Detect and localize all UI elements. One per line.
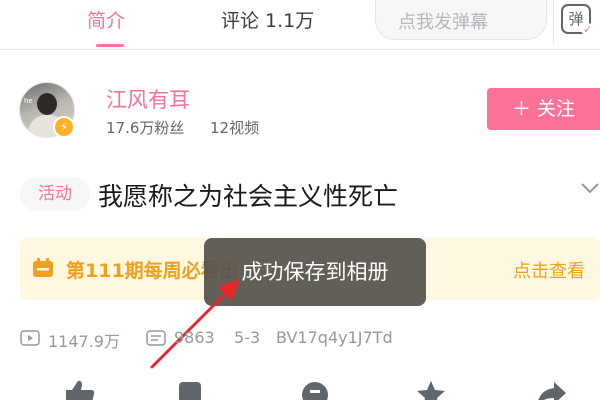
danmaku-toggle-button[interactable]: 弹 ✓ — [553, 0, 600, 44]
tab-comments[interactable]: 评论 1.1万 — [221, 6, 314, 33]
author-name[interactable]: 江风有耳 — [106, 84, 190, 114]
publish-date: 5-3 — [234, 328, 261, 347]
active-tab-underline — [96, 44, 124, 47]
view-count: 1147.9万 — [48, 332, 120, 351]
like-icon[interactable] — [62, 380, 96, 400]
share-icon[interactable] — [534, 380, 568, 400]
activity-tag[interactable]: 活动 — [20, 177, 90, 211]
danmaku-count: 9863 — [174, 328, 215, 347]
play-icon — [20, 330, 40, 346]
arrow-annotation — [150, 279, 240, 369]
follow-button[interactable]: ＋ 关注 — [487, 88, 600, 130]
check-icon: ✓ — [581, 23, 594, 36]
author-fans: 17.6万粉丝 — [106, 119, 185, 137]
calendar-icon — [33, 258, 53, 277]
tab-intro[interactable]: 简介 — [87, 6, 125, 33]
danmaku-input[interactable]: 点我发弹幕 — [375, 0, 547, 40]
author-videos: 12视频 — [210, 119, 260, 137]
bvid: BV17q4y1J7Td — [276, 328, 393, 347]
star-icon[interactable] — [414, 380, 448, 400]
danmaku-placeholder: 点我发弹幕 — [398, 12, 488, 33]
coin-icon[interactable] — [176, 380, 206, 400]
expand-icon[interactable] — [580, 178, 600, 198]
banner-link[interactable]: 点击查看 — [513, 257, 585, 283]
danmaku-count-icon — [146, 330, 166, 346]
video-title: 我愿称之为社会主义性死亡 — [98, 182, 399, 211]
favorite-icon[interactable] — [300, 380, 330, 400]
avatar-head — [37, 93, 57, 115]
avatar-tag: he — [24, 97, 33, 105]
top-tab-bar: 简介 评论 1.1万 点我发弹幕 弹 ✓ — [0, 0, 600, 50]
verified-icon: ⚡ — [53, 116, 75, 138]
